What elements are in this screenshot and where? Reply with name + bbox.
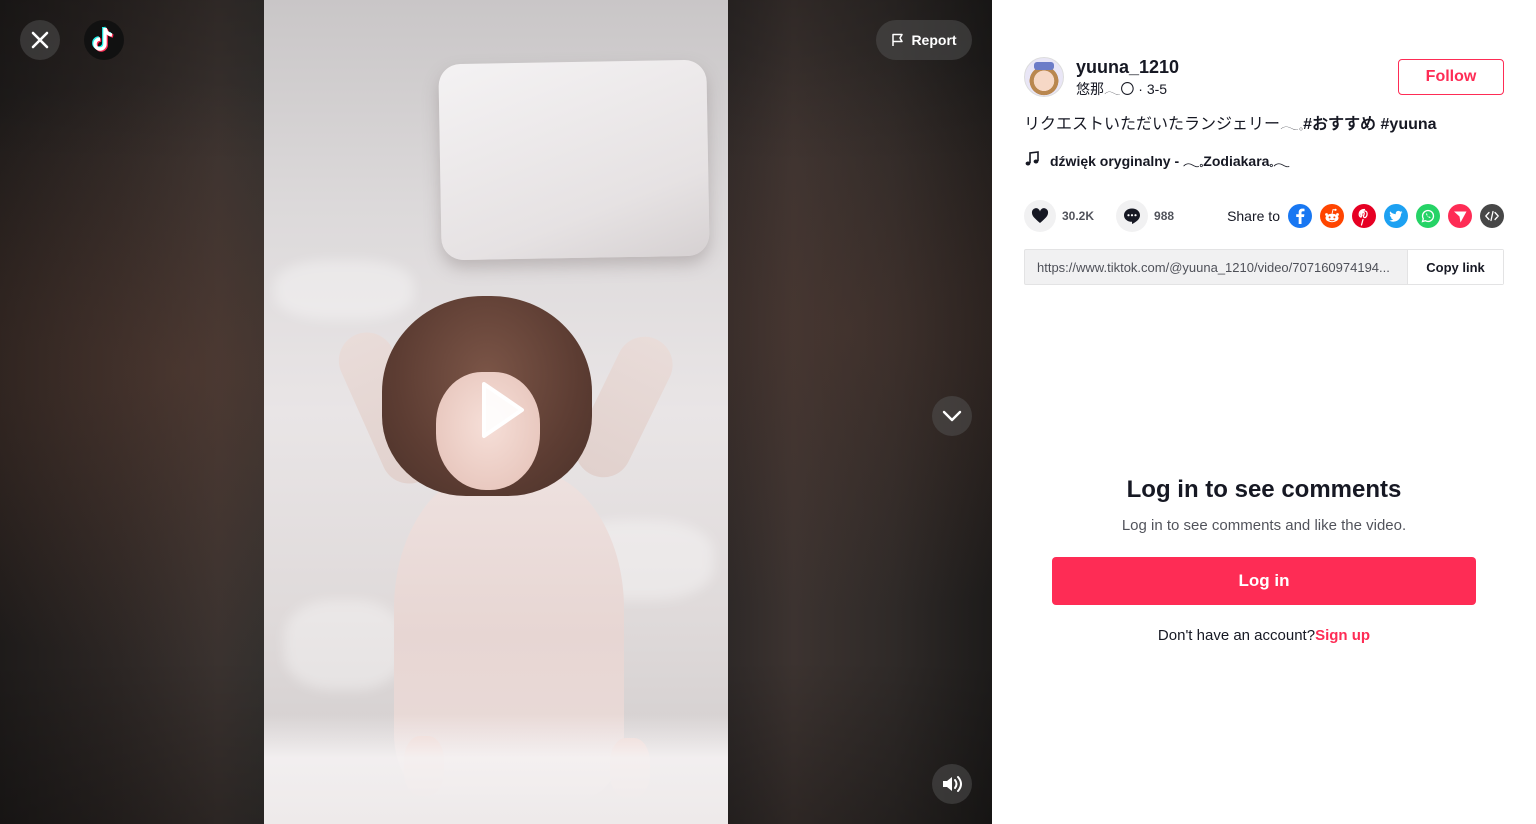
hashtag-link[interactable]: #yuuna xyxy=(1381,116,1437,133)
tiktok-logo[interactable] xyxy=(84,20,124,60)
author-username[interactable]: yuuna_1210 xyxy=(1076,56,1179,78)
video-frame[interactable] xyxy=(264,0,728,824)
video-player-area[interactable]: Report xyxy=(0,0,992,824)
caption-text: リクエストいただいたランジェリー𓂃𓈒 xyxy=(1024,116,1304,133)
comment-icon xyxy=(1124,208,1141,224)
tiktok-logo-icon xyxy=(92,26,114,52)
chevron-down-icon xyxy=(942,410,962,422)
video-description: リクエストいただいたランジェリー𓂃𓈒#おすすめ #yuuna xyxy=(1024,115,1437,135)
signup-link[interactable]: Sign up xyxy=(1315,627,1370,644)
action-bar: 30.2K 988 Share to xyxy=(1024,200,1504,232)
comment-count: 988 xyxy=(1154,209,1175,223)
video-link-text[interactable]: https://www.tiktok.com/@yuuna_1210/video… xyxy=(1025,260,1407,275)
comment-button[interactable]: 988 xyxy=(1116,200,1174,232)
music-title: dźwięk oryginalny - 𓂃𓈒Zodiakara𓈒𓂃 xyxy=(1050,153,1290,169)
twitter-icon[interactable] xyxy=(1384,204,1408,228)
facebook-icon[interactable] xyxy=(1288,204,1312,228)
close-button[interactable] xyxy=(20,20,60,60)
follow-button[interactable]: Follow xyxy=(1398,59,1504,95)
signup-prompt: Don't have an account?Sign up xyxy=(992,627,1536,644)
like-count: 30.2K xyxy=(1062,209,1095,223)
comments-login-title: Log in to see comments xyxy=(1126,476,1402,503)
play-icon[interactable] xyxy=(478,380,526,440)
reddit-icon[interactable] xyxy=(1320,204,1344,228)
share-icons xyxy=(1288,204,1504,228)
heart-icon xyxy=(1031,208,1049,223)
next-video-button[interactable] xyxy=(932,396,972,436)
flag-icon xyxy=(892,33,904,46)
author-nickname: 悠那𓂃〇 xyxy=(1076,81,1135,97)
like-button[interactable]: 30.2K xyxy=(1024,200,1094,232)
send-icon[interactable] xyxy=(1448,204,1472,228)
volume-button[interactable] xyxy=(932,764,972,804)
avatar[interactable] xyxy=(1024,57,1064,97)
whatsapp-icon[interactable] xyxy=(1416,204,1440,228)
music-link[interactable]: dźwięk oryginalny - 𓂃𓈒Zodiakara𓈒𓂃 xyxy=(1024,147,1290,171)
report-label: Report xyxy=(911,32,957,48)
volume-icon xyxy=(943,776,962,792)
close-icon xyxy=(31,31,49,49)
side-panel: yuuna_1210 悠那𓂃〇 · 3-5 Follow リクエストいただいたラ… xyxy=(992,0,1536,824)
video-link-box: https://www.tiktok.com/@yuuna_1210/video… xyxy=(1024,249,1504,285)
hashtag-link[interactable]: #おすすめ xyxy=(1303,116,1376,133)
music-note-icon xyxy=(1025,151,1039,166)
login-button[interactable]: Log in xyxy=(1052,557,1476,605)
author-subline: 悠那𓂃〇 · 3-5 xyxy=(1076,81,1168,97)
share-label: Share to xyxy=(1227,208,1280,224)
post-date: 3-5 xyxy=(1146,81,1168,97)
comments-login-subtitle: Log in to see comments and like the vide… xyxy=(1121,517,1407,534)
author-info[interactable]: yuuna_1210 悠那𓂃〇 · 3-5 xyxy=(1024,56,1179,98)
pinterest-icon[interactable] xyxy=(1352,204,1376,228)
no-account-text: Don't have an account? xyxy=(1157,627,1316,644)
pillow xyxy=(438,59,710,261)
copy-link-button[interactable]: Copy link xyxy=(1407,250,1503,284)
report-button[interactable]: Report xyxy=(876,20,972,60)
embed-icon[interactable] xyxy=(1480,204,1504,228)
